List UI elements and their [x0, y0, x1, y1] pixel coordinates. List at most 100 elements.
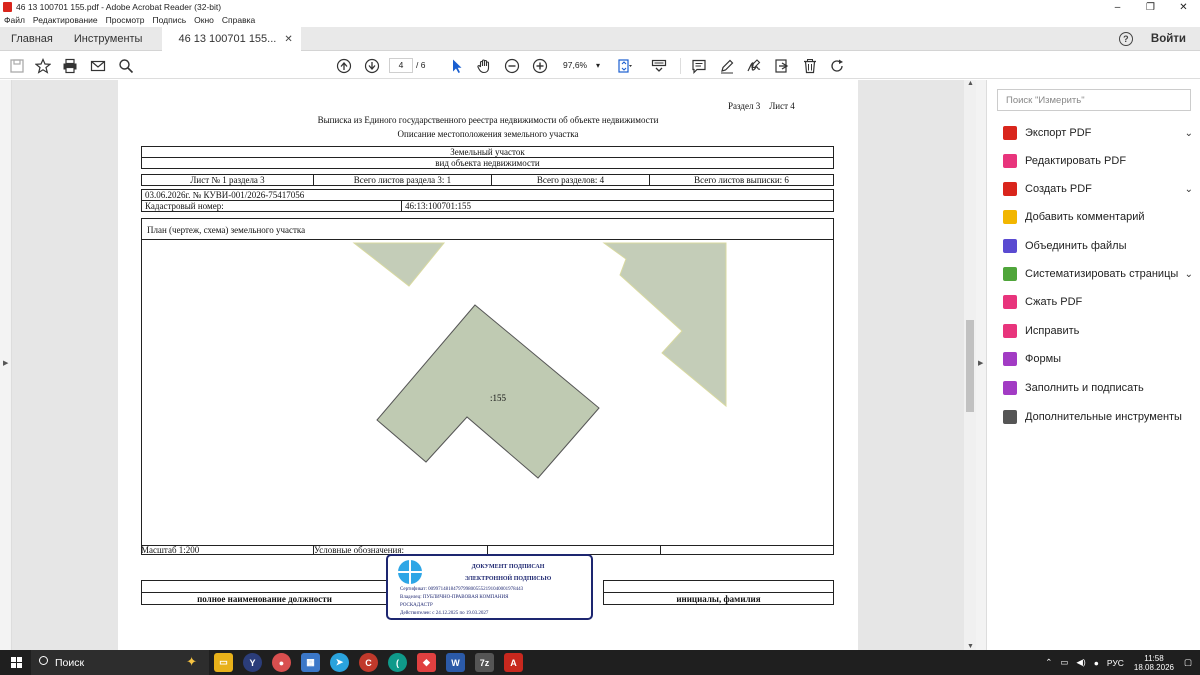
left-panel-toggle[interactable]: ▶ — [0, 80, 12, 650]
document-viewport[interactable]: Раздел 3 Лист 4 Выписка из Единого госуд… — [12, 80, 964, 650]
clock[interactable]: 11:58 18.08.2026 — [1134, 654, 1174, 672]
acrobat-taskbar-icon[interactable]: A — [504, 653, 523, 672]
plan-drawing: План (чертеж, схема) земельного участка … — [141, 218, 834, 555]
neighbor-parcel-left — [352, 242, 446, 287]
email-icon[interactable] — [89, 57, 106, 74]
tool-item[interactable]: Формы — [1003, 350, 1197, 368]
menu-file[interactable]: Файл — [0, 14, 29, 27]
anydesk-icon[interactable]: ◆ — [417, 653, 436, 672]
start-button[interactable] — [11, 657, 22, 668]
tool-item[interactable]: Исправить — [1003, 322, 1197, 340]
close-window-button[interactable]: ✕ — [1167, 0, 1200, 14]
print-icon[interactable] — [61, 57, 78, 74]
send-share-icon[interactable] — [773, 57, 790, 74]
comment-icon[interactable] — [690, 57, 707, 74]
vertical-scrollbar[interactable]: ▲ ▼ — [964, 80, 976, 650]
position-caption: полное наименование должности — [141, 592, 388, 605]
tool-item[interactable]: Заполнить и подписать — [1003, 379, 1197, 397]
hand-tool-icon[interactable] — [475, 57, 492, 74]
tool-icon — [1003, 267, 1017, 281]
object-type-caption: вид объекта недвижимости — [141, 157, 834, 169]
tool-label: Заполнить и подписать — [1025, 382, 1144, 394]
save-icon[interactable] — [8, 57, 25, 74]
menu-sign[interactable]: Подпись — [149, 14, 191, 27]
tool-item[interactable]: Дополнительные инструменты — [1003, 408, 1197, 426]
tab-bar: Главная Инструменты 46 13 100701 155... … — [0, 26, 1200, 52]
yandex-browser-icon[interactable]: Y — [243, 653, 262, 672]
e-signature-stamp[interactable]: ДОКУМЕНТ ПОДПИСАН ЭЛЕКТРОННОЙ ПОДПИСЬЮ С… — [386, 554, 593, 620]
highlight-pen-icon[interactable] — [718, 57, 735, 74]
tray-overflow-icon[interactable]: ⌃ — [1045, 657, 1052, 668]
notifications-icon[interactable]: ▢ — [1184, 657, 1192, 668]
chevron-down-icon[interactable]: ⌄ — [1185, 128, 1193, 139]
tool-icon — [1003, 239, 1017, 253]
help-icon[interactable]: ? — [1118, 32, 1133, 46]
volume-icon[interactable]: ◀) — [1076, 657, 1085, 668]
next-page-icon[interactable] — [363, 57, 380, 74]
system-tray: ⌃ ▭ ◀) ● РУС 11:58 18.08.2026 ▢ — [1045, 650, 1200, 675]
app-icon[interactable]: ( — [388, 653, 407, 672]
telegram-icon[interactable]: ➤ — [330, 653, 349, 672]
select-cursor-icon[interactable] — [448, 57, 465, 74]
zoom-out-icon[interactable] — [503, 57, 520, 74]
tool-item[interactable]: Создать PDF ⌄ — [1003, 180, 1197, 198]
menu-view[interactable]: Просмотр — [102, 14, 149, 27]
legend-cell — [660, 545, 834, 555]
close-tab-icon[interactable]: ✕ — [284, 34, 292, 45]
chevron-down-icon[interactable]: ⌄ — [1185, 269, 1193, 280]
language-indicator[interactable]: РУС — [1107, 658, 1124, 668]
sheet-info-table: Лист № 1 раздела 3 Всего листов раздела … — [141, 174, 834, 186]
windows-taskbar: Поиск ✦ ▭ Y ● ▦ ➤ C ( ◆ W 7z A ⌃ ▭ ◀) ● … — [0, 650, 1200, 675]
scroll-down-icon[interactable]: ▼ — [967, 643, 974, 650]
find-icon[interactable] — [117, 57, 134, 74]
menu-window[interactable]: Окно — [190, 14, 218, 27]
network-icon[interactable]: ▭ — [1060, 657, 1068, 668]
tool-item[interactable]: Добавить комментарий — [1003, 208, 1197, 226]
tab-tools[interactable]: Инструменты — [64, 27, 163, 51]
rotate-icon[interactable] — [828, 57, 845, 74]
sign-icon[interactable] — [745, 57, 762, 74]
initials-caption: инициалы, фамилия — [603, 592, 834, 605]
word-icon[interactable]: W — [446, 653, 465, 672]
app-icon[interactable]: ● — [272, 653, 291, 672]
zoom-level-dropdown[interactable]: 97,6% — [559, 58, 603, 73]
archiver-icon[interactable]: 7z — [475, 653, 494, 672]
tool-item[interactable]: Объединить файлы — [1003, 237, 1197, 255]
tool-icon — [1003, 182, 1017, 196]
menu-edit[interactable]: Редактирование — [29, 14, 102, 27]
tool-icon — [1003, 410, 1017, 424]
file-explorer-icon[interactable]: ▭ — [214, 653, 233, 672]
scrollbar-thumb[interactable] — [966, 320, 974, 412]
minimize-button[interactable]: – — [1101, 0, 1134, 14]
read-mode-icon[interactable] — [650, 57, 667, 74]
restore-button[interactable]: ❐ — [1134, 0, 1167, 14]
tab-document[interactable]: 46 13 100701 155... ✕ — [162, 26, 301, 52]
tool-icon — [1003, 381, 1017, 395]
scroll-up-icon[interactable]: ▲ — [967, 80, 974, 87]
toolbar-separator — [680, 58, 681, 74]
stamp-owner-2: РОСКАДАСТР — [400, 603, 433, 608]
menu-help[interactable]: Справка — [218, 14, 259, 27]
plan-label: План (чертеж, схема) земельного участка — [142, 219, 833, 240]
tool-item[interactable]: Сжать PDF — [1003, 293, 1197, 311]
chevron-down-icon[interactable]: ⌄ — [1185, 184, 1193, 195]
tool-item[interactable]: Систематизировать страницы ⌄ — [1003, 265, 1197, 283]
tools-search-input[interactable]: Поиск "Измерить" — [997, 89, 1191, 111]
browser-icon[interactable]: C — [359, 653, 378, 672]
tool-icon — [1003, 154, 1017, 168]
zoom-in-icon[interactable] — [531, 57, 548, 74]
cadastral-table: 03.06.2026г. № КУВИ-001/2026-75417056 Ка… — [141, 189, 834, 212]
calculator-icon[interactable]: ▦ — [301, 653, 320, 672]
signin-button[interactable]: Войти — [1151, 33, 1186, 45]
tool-item[interactable]: Редактировать PDF — [1003, 152, 1197, 170]
microphone-icon[interactable]: ● — [1094, 658, 1099, 668]
right-panel-toggle[interactable]: ▶ — [976, 80, 986, 650]
tab-home[interactable]: Главная — [0, 27, 64, 51]
prev-page-icon[interactable] — [335, 57, 352, 74]
page-number-input[interactable]: 4 — [389, 58, 413, 73]
fit-page-icon[interactable] — [616, 57, 633, 74]
taskbar-search[interactable]: Поиск ✦ — [31, 650, 209, 675]
delete-icon[interactable] — [801, 57, 818, 74]
tool-item[interactable]: Экспорт PDF ⌄ — [1003, 124, 1197, 142]
star-icon[interactable] — [34, 57, 51, 74]
